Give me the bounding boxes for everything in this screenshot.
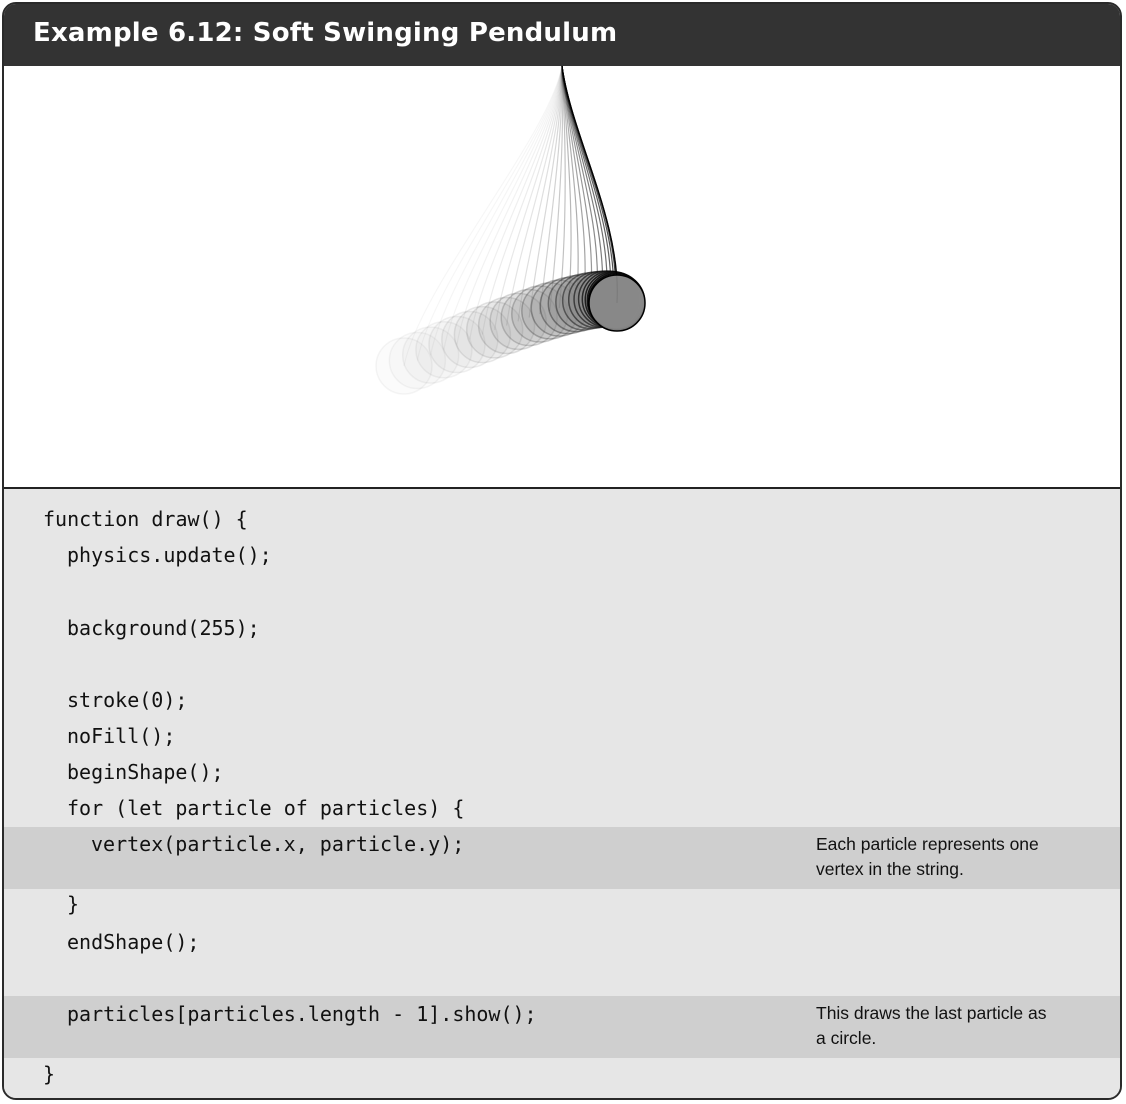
example-header: Example 6.12: Soft Swinging Pendulum (4, 4, 1120, 68)
code-line-9: for (let particle of particles) { (4, 792, 1120, 828)
code-text: } (67, 892, 80, 916)
code-line-8: beginShape(); (4, 756, 1120, 792)
code-text: beginShape(); (67, 760, 224, 784)
annotation-show: This draws the last particle as a circle… (816, 1001, 1106, 1051)
annotation-show-line-1: This draws the last particle as (816, 1003, 1047, 1023)
annotation-show-line-2: a circle. (816, 1028, 877, 1048)
code-line-1: function draw() { (4, 503, 1120, 539)
code-text: } (43, 1062, 56, 1086)
code-line-4: background(255); (4, 612, 1120, 648)
code-text: endShape(); (67, 930, 200, 954)
code-block: function draw() { physics.update(); back… (4, 489, 1120, 1098)
pendulum-bob (588, 274, 646, 332)
code-text: function draw() { (43, 507, 248, 531)
code-text: for (let particle of particles) { (67, 796, 465, 820)
annotation-vertex-line-2: vertex in the string. (816, 859, 964, 879)
code-text: physics.update(); (67, 543, 272, 567)
pendulum-string (561, 66, 593, 301)
code-line-11: } (4, 888, 1120, 924)
example-frame: Example 6.12: Soft Swinging Pendulum fun… (2, 2, 1122, 1100)
pendulum-drawing (375, 66, 646, 395)
example-title: Example 6.12: Soft Swinging Pendulum (33, 18, 618, 48)
code-text: vertex(particle.x, particle.y); (91, 832, 465, 856)
code-text: stroke(0); (67, 688, 188, 712)
code-text: particles[particles.length - 1].show(); (67, 1002, 537, 1026)
code-line-2: physics.update(); (4, 539, 1120, 575)
code-text: noFill(); (67, 724, 176, 748)
code-line-15: } (4, 1058, 1120, 1094)
annotation-vertex-line-1: Each particle represents one (816, 834, 1039, 854)
code-text: background(255); (67, 616, 260, 640)
sketch-canvas (4, 66, 1120, 489)
code-line-7: noFill(); (4, 720, 1120, 756)
code-line-6: stroke(0); (4, 684, 1120, 720)
annotation-vertex: Each particle represents one vertex in t… (816, 832, 1106, 882)
code-line-12: endShape(); (4, 926, 1120, 962)
